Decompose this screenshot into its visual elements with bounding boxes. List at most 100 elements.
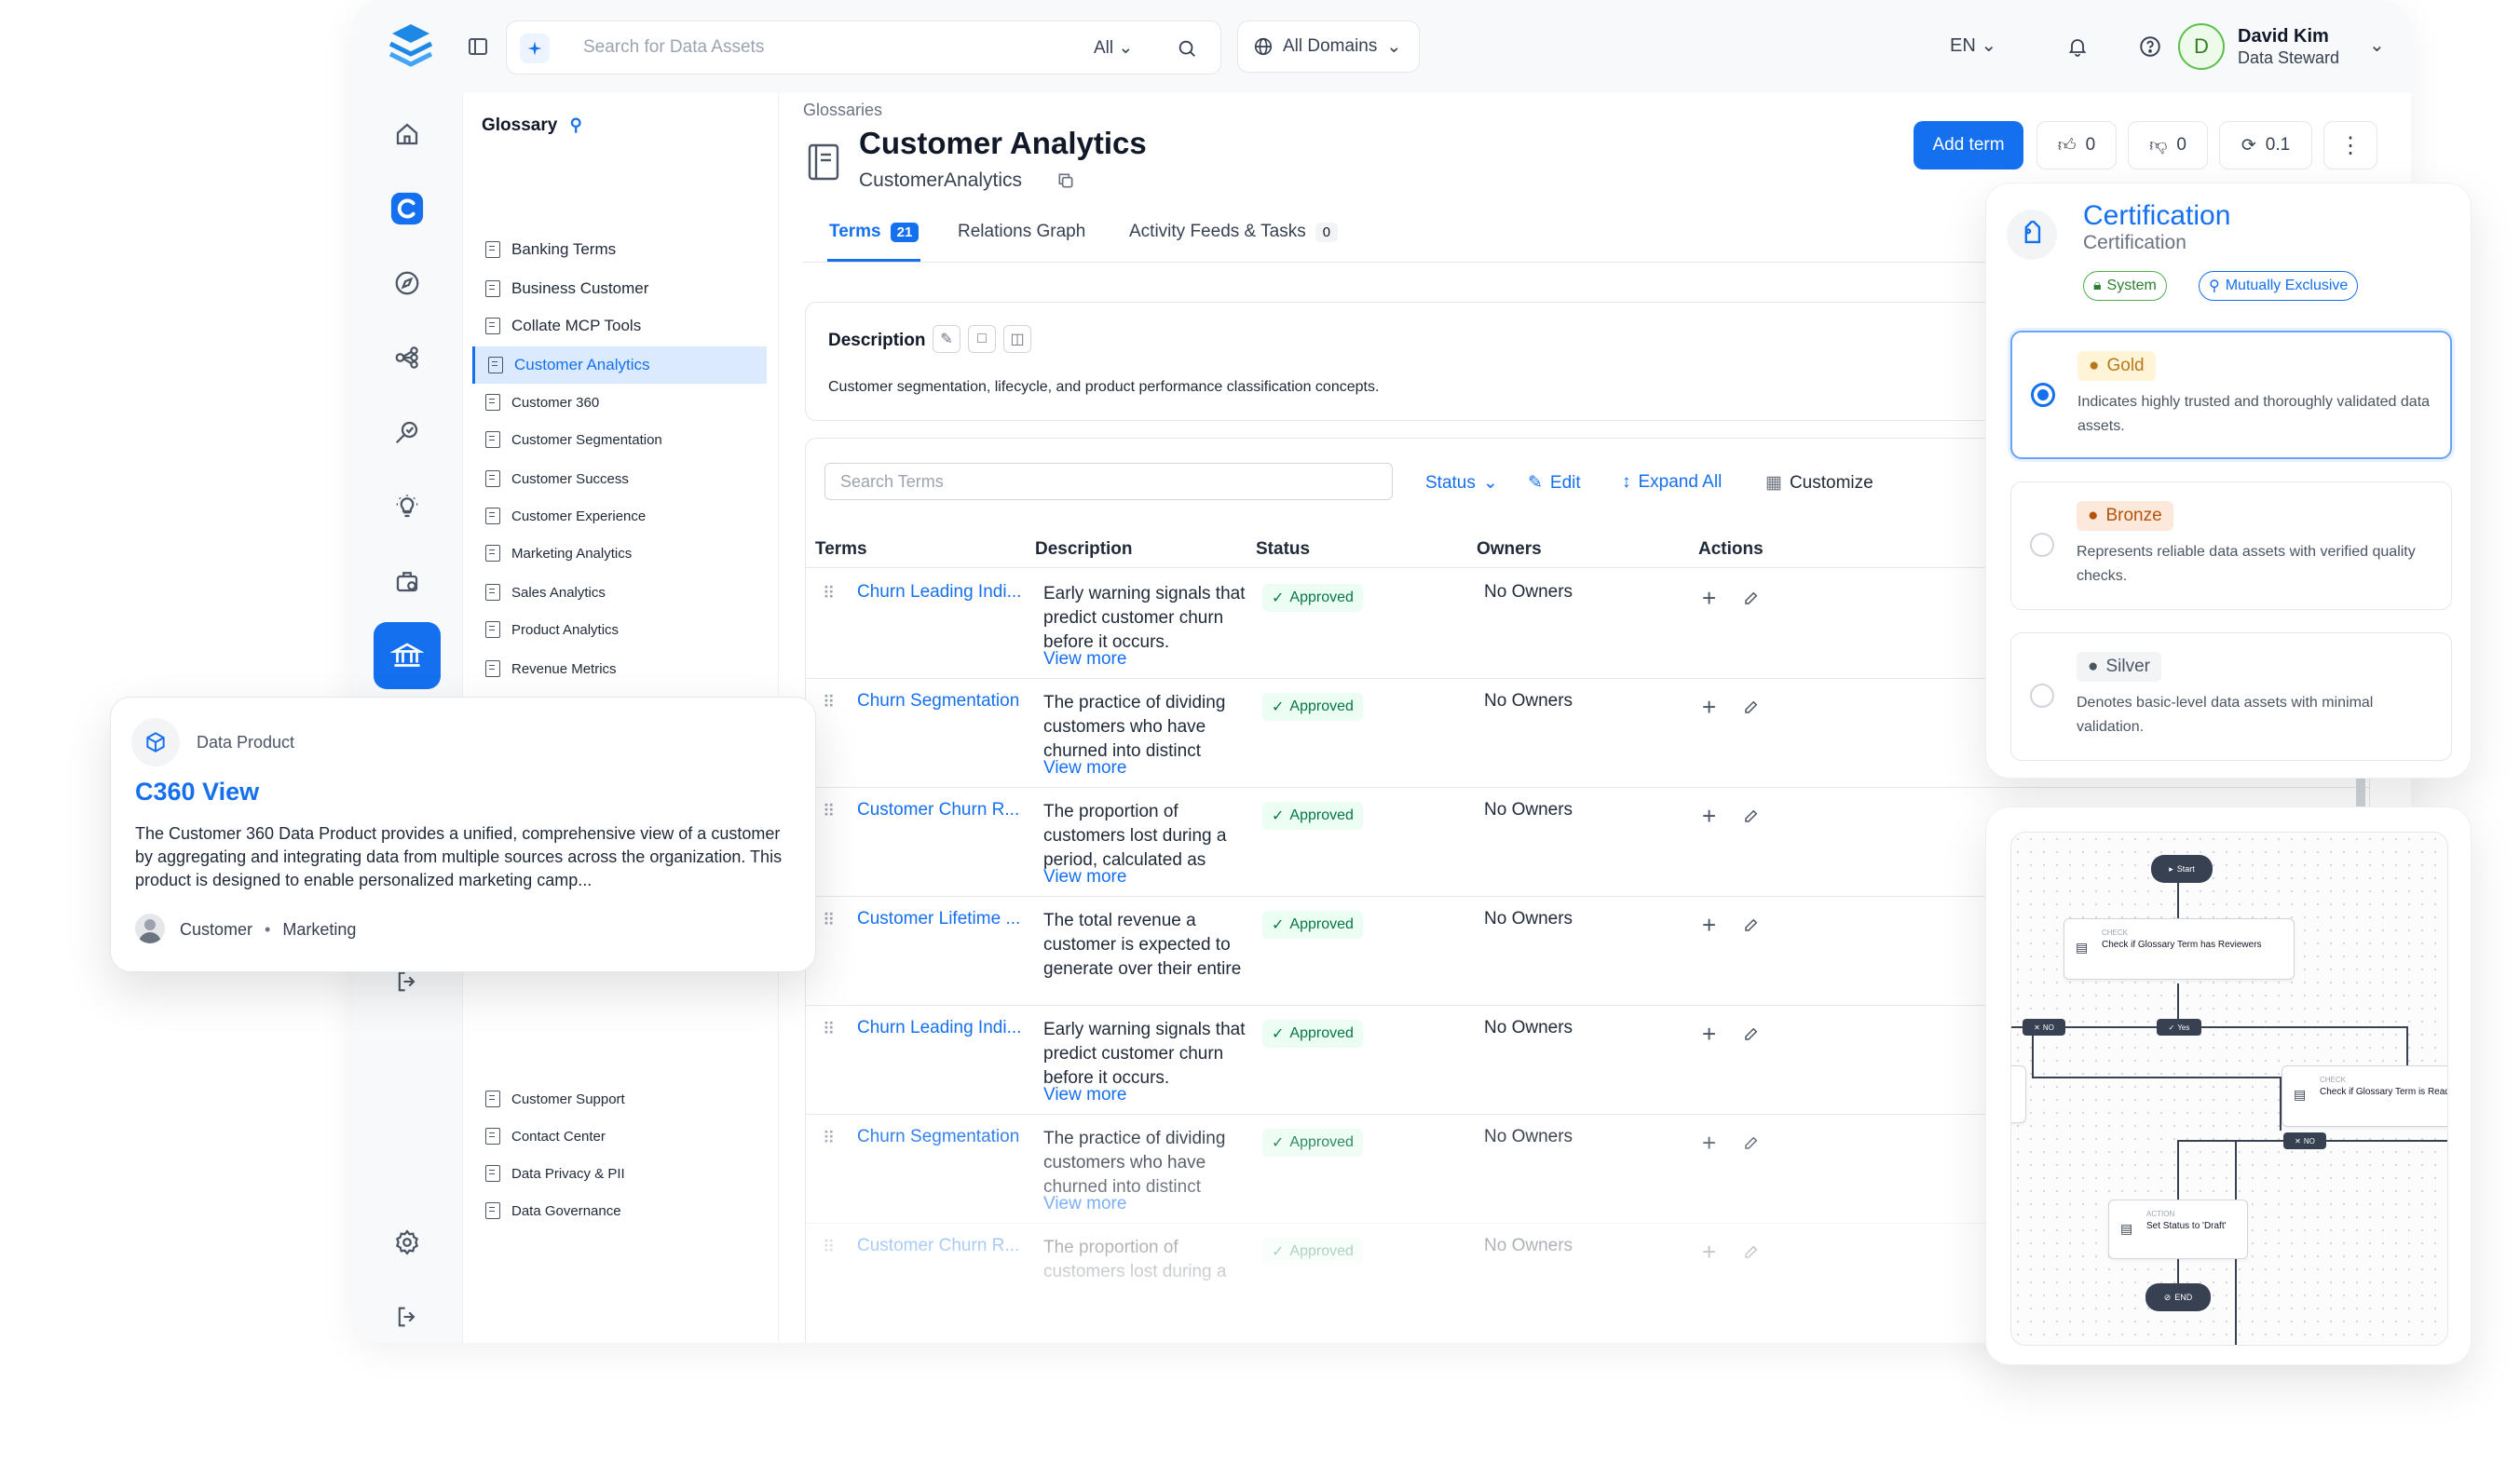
term-name-link[interactable]: Churn Leading Indi... xyxy=(857,582,1021,603)
tab-relations-graph[interactable]: Relations Graph xyxy=(958,222,1085,242)
tree-item[interactable]: Contact Center xyxy=(472,1118,767,1155)
more-menu-button[interactable]: ⋮ xyxy=(2323,121,2377,169)
action-node[interactable]: ▤ ACTION Set Status to 'Draft' xyxy=(2108,1200,2248,1259)
tab-activity-feeds[interactable]: Activity Feeds & Tasks 0 xyxy=(1129,222,1339,242)
search-input[interactable]: Search for Data Assets xyxy=(583,37,764,58)
add-term-button[interactable]: Add term xyxy=(1914,121,2023,169)
tree-item[interactable]: Customer Segmentation xyxy=(472,421,767,458)
collate-icon[interactable] xyxy=(379,181,435,237)
governance-icon[interactable] xyxy=(379,553,435,609)
avatar[interactable]: D xyxy=(2178,23,2225,70)
data-product-title[interactable]: C360 View xyxy=(135,778,259,807)
term-name-link[interactable]: Customer Lifetime ... xyxy=(857,909,1020,929)
add-child-icon[interactable]: + xyxy=(1702,1020,1716,1049)
view-more-link[interactable]: View more xyxy=(1043,867,1126,888)
like-button[interactable]: 👍︎ 0 xyxy=(2036,121,2117,169)
workflow-canvas[interactable]: ▸ Start ▤ CHECK Check if Glossary Term ha… xyxy=(2010,832,2448,1346)
term-name-link[interactable]: Churn Segmentation xyxy=(857,691,1019,712)
certification-option-gold[interactable]: ● Gold Indicates highly trusted and thoro… xyxy=(2010,331,2452,459)
tree-item[interactable]: Business Customer xyxy=(472,270,767,307)
drag-handle-icon[interactable]: ⠿ xyxy=(823,693,835,712)
global-search[interactable]: Search for Data Assets All ⌄ xyxy=(506,20,1221,75)
app-logo[interactable] xyxy=(383,19,439,75)
version-button[interactable]: ⟳ 0.1 xyxy=(2219,121,2312,169)
domain-selector[interactable]: All Domains ⌄ xyxy=(1237,20,1420,73)
tree-item[interactable]: Banking Terms xyxy=(472,231,767,268)
home-icon[interactable] xyxy=(379,106,435,162)
tree-item[interactable]: Customer 360 xyxy=(472,384,767,421)
expand-all-button[interactable]: ↕ Expand All xyxy=(1622,472,1722,493)
explore-compass-icon[interactable] xyxy=(379,255,435,311)
check-node[interactable]: ▤ CHECK Check if Glossary Term has Revie… xyxy=(2064,918,2295,980)
certification-option-bronze[interactable]: ● Bronze Represents reliable data assets … xyxy=(2010,481,2452,610)
breadcrumb[interactable]: Glossaries xyxy=(803,101,882,120)
help-icon[interactable] xyxy=(2132,28,2169,65)
column-header-actions[interactable]: Actions xyxy=(1698,539,1764,560)
column-header-terms[interactable]: Terms xyxy=(815,539,867,560)
search-icon[interactable] xyxy=(1168,30,1206,67)
tree-item[interactable]: Customer Analytics xyxy=(472,346,767,384)
check-ready-node[interactable]: ▤ CHECK Check if Glossary Term is Ready xyxy=(2282,1065,2447,1127)
terms-search-input[interactable]: Search Terms xyxy=(824,463,1393,500)
column-header-description[interactable]: Description xyxy=(1035,539,1133,560)
tree-item[interactable]: Marketing Analytics xyxy=(472,535,767,572)
radio-bronze[interactable] xyxy=(2030,533,2054,557)
column-header-status[interactable]: Status xyxy=(1256,539,1310,560)
bell-icon[interactable] xyxy=(2059,28,2096,65)
suggest-icon[interactable]: □ xyxy=(968,325,996,353)
tree-item[interactable]: Data Privacy & PII xyxy=(472,1155,767,1192)
add-child-icon[interactable]: + xyxy=(1702,693,1716,722)
info-pin-icon[interactable]: ⚲ xyxy=(570,115,582,134)
add-child-icon[interactable]: + xyxy=(1702,911,1716,940)
drag-handle-icon[interactable]: ⠿ xyxy=(823,911,835,930)
drag-handle-icon[interactable]: ⠿ xyxy=(823,584,835,603)
tree-item[interactable]: Collate MCP Tools xyxy=(472,307,767,345)
pencil-icon[interactable] xyxy=(1743,698,1760,720)
view-more-link[interactable]: View more xyxy=(1043,758,1126,779)
drag-handle-icon[interactable]: ⠿ xyxy=(823,1020,835,1039)
sidebar-toggle-icon[interactable] xyxy=(459,28,497,65)
tree-item[interactable]: Customer Success xyxy=(472,460,767,497)
term-name-link[interactable]: Customer Churn R... xyxy=(857,800,1019,820)
data-product-card[interactable]: Data Product C360 View The Customer 360 … xyxy=(110,697,816,972)
tree-item[interactable]: Sales Analytics xyxy=(472,574,767,611)
radio-gold[interactable] xyxy=(2031,383,2055,407)
view-more-link[interactable]: View more xyxy=(1043,649,1126,670)
sparkle-icon[interactable] xyxy=(520,34,550,63)
radio-silver[interactable] xyxy=(2030,684,2054,708)
tree-item[interactable]: Data Governance xyxy=(472,1192,767,1229)
start-node[interactable]: ▸ Start xyxy=(2151,855,2213,883)
comment-icon[interactable]: ◫ xyxy=(1003,325,1031,353)
pencil-icon[interactable] xyxy=(1743,807,1760,829)
tree-item[interactable]: Customer Experience xyxy=(472,497,767,535)
settings-gear-icon[interactable] xyxy=(379,1214,435,1270)
dislike-button[interactable]: 👎︎ 0 xyxy=(2128,121,2208,169)
logout-icon[interactable] xyxy=(379,1289,435,1343)
tree-item[interactable]: Customer Support xyxy=(472,1080,767,1118)
tree-item[interactable]: Revenue Metrics xyxy=(472,650,767,687)
status-filter[interactable]: Status ⌄ xyxy=(1425,472,1498,494)
insights-bulb-icon[interactable] xyxy=(379,479,435,535)
pencil-icon[interactable] xyxy=(1743,916,1760,938)
term-name-link[interactable]: Churn Leading Indi... xyxy=(857,1018,1021,1038)
column-header-owners[interactable]: Owners xyxy=(1477,539,1542,560)
user-menu-chevron-icon[interactable]: ⌄ xyxy=(2369,34,2385,57)
search-scope-select[interactable]: All ⌄ xyxy=(1094,37,1133,59)
view-more-link[interactable]: View more xyxy=(1043,1085,1126,1105)
edit-button[interactable]: ✎ Edit xyxy=(1528,472,1581,494)
certification-option-silver[interactable]: ● Silver Denotes basic-level data assets … xyxy=(2010,632,2452,761)
end-node[interactable]: ⊘ END xyxy=(2145,1283,2211,1311)
lineage-icon[interactable] xyxy=(379,330,435,386)
hidden-node[interactable] xyxy=(2011,1065,2026,1123)
glossary-bank-icon[interactable] xyxy=(374,622,441,689)
add-child-icon[interactable]: + xyxy=(1702,802,1716,831)
language-select[interactable]: EN ⌄ xyxy=(1950,34,1996,57)
tree-item[interactable]: Product Analytics xyxy=(472,611,767,648)
drag-handle-icon[interactable]: ⠿ xyxy=(823,802,835,821)
pencil-icon[interactable] xyxy=(1743,590,1760,611)
customize-button[interactable]: ▦ Customize xyxy=(1765,472,1873,494)
data-quality-icon[interactable] xyxy=(379,404,435,460)
tab-terms[interactable]: Terms 21 xyxy=(829,222,919,242)
add-child-icon[interactable]: + xyxy=(1702,584,1716,613)
copy-icon[interactable] xyxy=(1056,171,1075,195)
